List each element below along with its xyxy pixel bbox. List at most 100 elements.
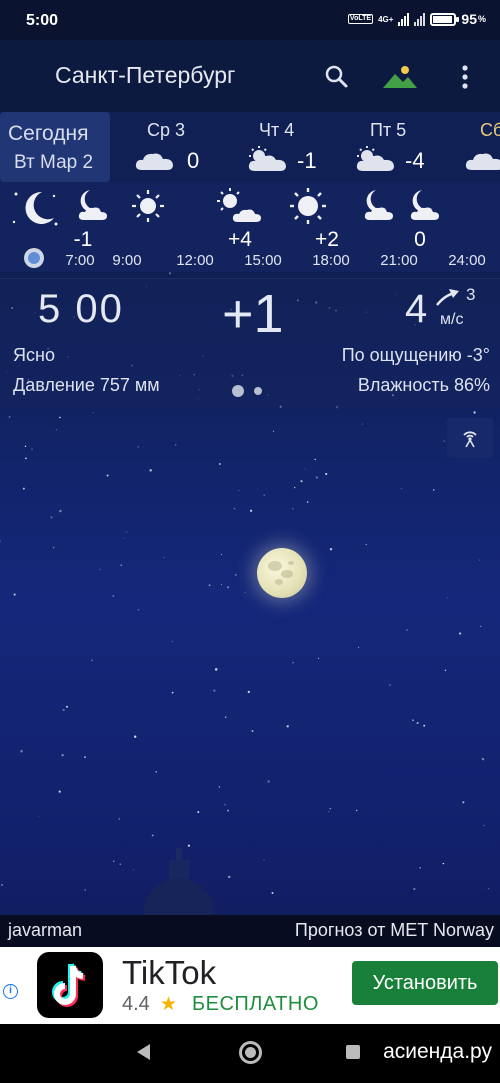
network-type: 4G+ (378, 14, 394, 24)
star-dot (480, 625, 482, 628)
star-dot (483, 824, 485, 827)
star-dot (84, 756, 86, 759)
info-icon[interactable]: i (3, 984, 18, 999)
day-today[interactable]: Сегодня Вт Мар 2 (0, 112, 110, 182)
hour-temp: -1 (73, 228, 93, 251)
star-dot (134, 735, 137, 738)
more-vert-icon[interactable] (452, 62, 478, 92)
battery-percent-sign: % (477, 14, 486, 24)
day-thu[interactable]: Чт 4 -1 (235, 112, 345, 182)
star-dot (419, 866, 421, 869)
star-dot (294, 486, 296, 489)
hour-temp: +2 (315, 228, 339, 251)
radar-button[interactable] (447, 418, 493, 458)
star-dot (416, 721, 419, 725)
star-dot (443, 440, 445, 442)
photo-credit[interactable]: javarman (8, 920, 82, 941)
star-dot (31, 448, 33, 450)
ad-rating: 4.4 (122, 993, 150, 1015)
star-dot (263, 494, 265, 496)
status-bar: 5:00 VoLTE 4G+ 95 % (0, 0, 500, 40)
star-dot (473, 411, 476, 414)
star-dot (62, 708, 65, 712)
signal-icon (398, 12, 410, 26)
forecast-source[interactable]: Прогноз от MET Norway (295, 920, 494, 941)
star-dot (99, 568, 101, 571)
star-dot (272, 430, 275, 432)
home-icon[interactable] (239, 1041, 262, 1064)
star-dot (304, 468, 306, 470)
star-dot (314, 458, 316, 461)
star-dot (328, 811, 330, 813)
star-dot (218, 786, 221, 788)
city-name[interactable]: Санкт-Петербург (55, 62, 235, 89)
feels-like: По ощущению -3° (341, 345, 490, 365)
star-dot (112, 860, 115, 863)
watermark: асиенда.ру (383, 1040, 492, 1063)
star-dot (444, 669, 447, 672)
star-dot (137, 609, 139, 611)
back-icon[interactable] (137, 1044, 150, 1060)
star-dot (413, 888, 416, 891)
star-dot (458, 632, 462, 635)
hour-label: 24:00 (448, 252, 486, 269)
star-dot (55, 429, 57, 431)
star-dot (357, 646, 360, 649)
day-name: Чт 4 (259, 120, 295, 140)
day-wed[interactable]: Ср 3 0 (120, 112, 230, 182)
star-dot (300, 480, 303, 483)
star-dot (120, 564, 123, 567)
humidity: Влажность 86% (357, 375, 490, 395)
star-dot (132, 869, 134, 870)
star-dot (137, 446, 139, 448)
star-dot (106, 474, 109, 477)
star-dot (175, 444, 177, 446)
credits-bar: javarman Прогноз от MET Norway (0, 915, 500, 947)
star-icon: ★ (160, 994, 178, 1015)
star-dot (163, 556, 165, 558)
recents-icon[interactable] (346, 1045, 360, 1059)
install-button[interactable]: Установить (352, 961, 498, 1005)
day-sat[interactable]: Сб (458, 112, 500, 182)
star-dot (38, 816, 40, 818)
landscape-icon[interactable] (381, 62, 419, 92)
cathedral-dome-silhouette (143, 848, 215, 915)
star-dot (0, 540, 1, 542)
star-dot (361, 423, 363, 425)
star-dot (149, 469, 152, 472)
search-icon[interactable] (322, 62, 352, 92)
star-dot (208, 584, 211, 587)
star-dot (0, 883, 3, 886)
star-dot (22, 487, 25, 490)
star-dot (442, 862, 445, 865)
ad-banner[interactable]: i TikTok 4.4 ★ БЕСПЛАТНО Установить (0, 947, 500, 1024)
partly-cloudy-sun-icon (217, 188, 261, 222)
current-time: 5 00 (38, 287, 124, 331)
star-dot (329, 808, 331, 810)
tiktok-logo-icon[interactable] (37, 952, 103, 1018)
star-dot (118, 818, 121, 820)
star-dot (263, 859, 265, 861)
current-temp: +1 (222, 284, 284, 344)
star-dot (462, 801, 465, 804)
hour-label: 12:00 (176, 252, 214, 269)
day-fri[interactable]: Пт 5 -4 (345, 112, 455, 182)
star-dot (155, 770, 158, 773)
system-nav-bar: асиенда.ру (0, 1024, 500, 1083)
star-dot (112, 594, 115, 597)
day-temp: -1 (297, 148, 317, 173)
ad-app-name[interactable]: TikTok (122, 954, 216, 992)
hour-temp: +4 (228, 228, 252, 251)
star-dot (52, 546, 55, 549)
sun-icon (132, 190, 164, 222)
star-dot (267, 780, 270, 783)
star-dot (292, 508, 294, 510)
star-dot (187, 844, 190, 847)
moon-cloud-icon (410, 190, 439, 220)
signal-icon-2 (414, 12, 426, 26)
star-dot (227, 809, 230, 812)
star-dot (329, 547, 333, 551)
condition-text: Ясно (13, 345, 55, 365)
partly-cloudy-sun-icon (248, 146, 286, 171)
day-temp: -4 (405, 148, 425, 173)
